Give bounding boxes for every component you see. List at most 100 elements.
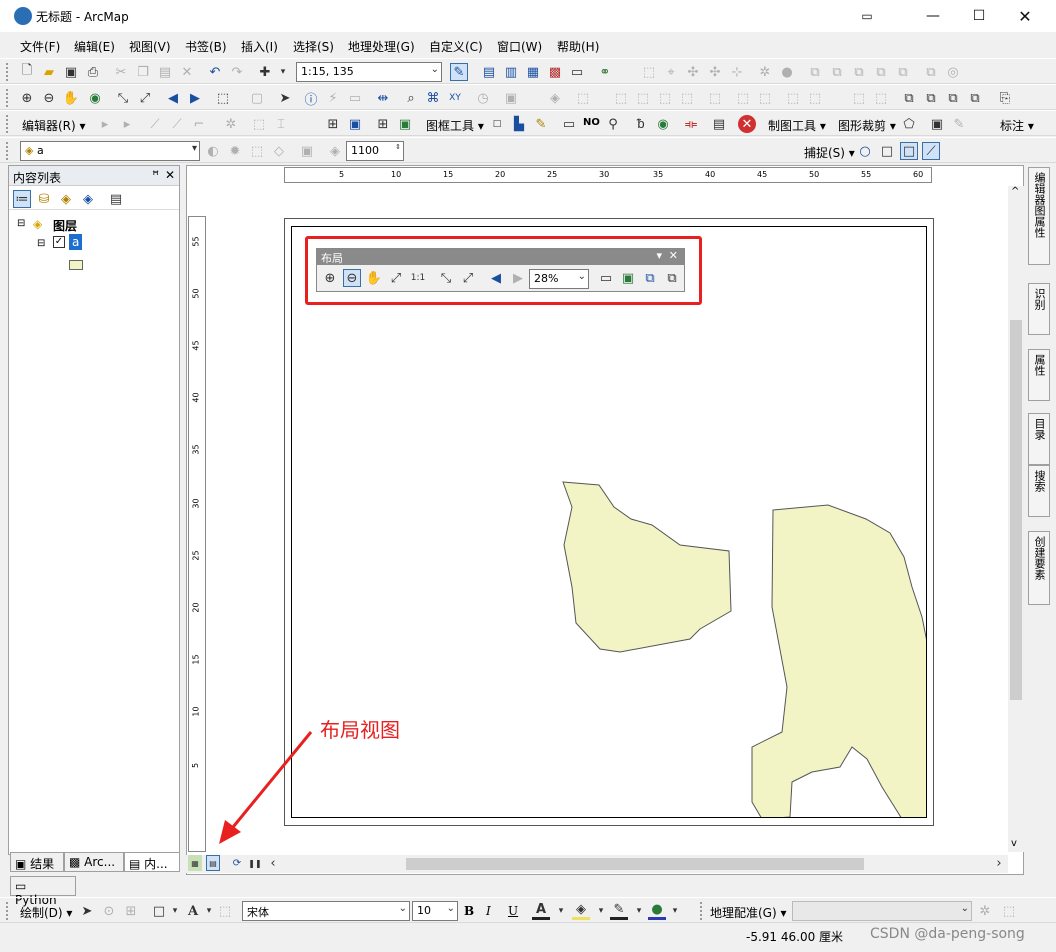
hyperlink-icon[interactable]: ⚡ bbox=[324, 89, 342, 107]
topology-icon-2[interactable]: ⌖ bbox=[662, 63, 680, 81]
forward-icon[interactable]: ▶ bbox=[186, 89, 204, 107]
arctoolbox-icon[interactable]: ▩ bbox=[546, 63, 564, 81]
layer-select[interactable]: ◈ a ▾ bbox=[20, 141, 200, 161]
undo-icon[interactable]: ↶ bbox=[206, 63, 224, 81]
line-color-dropdown-icon[interactable]: ▾ bbox=[630, 902, 648, 920]
transparency-icon[interactable]: ◈ bbox=[326, 142, 344, 160]
scroll-up-icon[interactable]: ^ bbox=[1011, 186, 1019, 197]
georef-icon-8[interactable]: ⬚ bbox=[734, 89, 752, 107]
python-window-icon[interactable]: ▭ bbox=[568, 63, 586, 81]
split-icon[interactable]: ⟚ bbox=[682, 115, 700, 133]
rectangle-dropdown-icon[interactable]: ▾ bbox=[166, 902, 184, 920]
globe-icon[interactable]: ◉ bbox=[654, 115, 672, 133]
measure-icon[interactable]: ⇹ bbox=[374, 89, 392, 107]
georef-icon-4[interactable]: ⬚ bbox=[634, 89, 652, 107]
snap-point-icon[interactable]: ○ bbox=[856, 142, 874, 160]
georef-icon-13[interactable]: ⬚ bbox=[872, 89, 890, 107]
create-features-tab[interactable]: 创建要素 bbox=[1028, 531, 1050, 605]
font-size-select[interactable]: 10 ⌄ bbox=[412, 901, 458, 921]
copy-icon[interactable]: ❐ bbox=[134, 63, 152, 81]
topology-icon-9[interactable]: ⧉ bbox=[828, 63, 846, 81]
topology-icon-10[interactable]: ⧉ bbox=[850, 63, 868, 81]
toc-close-icon[interactable]: ✕ bbox=[165, 168, 175, 182]
horizontal-scrollbar[interactable]: ▦ ▤ ⟳ ❚❚ ‹ › bbox=[186, 855, 1008, 873]
viewer-icon[interactable]: ▣ bbox=[502, 89, 520, 107]
menu-help[interactable]: 帮助(H) bbox=[557, 38, 599, 55]
toolbar-grip[interactable] bbox=[6, 142, 9, 160]
reshape-icon[interactable]: ⌶ bbox=[272, 115, 290, 133]
save-layout-icon[interactable]: ▣ bbox=[928, 115, 946, 133]
rect-icon[interactable]: ▭ bbox=[560, 115, 578, 133]
identify-tab[interactable]: 识别 bbox=[1028, 283, 1050, 335]
georef-icon-1[interactable]: ◈ bbox=[546, 89, 564, 107]
topology-icon-14[interactable]: ◎ bbox=[944, 63, 962, 81]
font-color-icon[interactable]: A bbox=[532, 902, 550, 920]
no-button[interactable]: NO bbox=[583, 117, 600, 128]
label-menu[interactable]: 标注 ▾ bbox=[1000, 117, 1034, 134]
georef-icon-15[interactable]: ⧉ bbox=[922, 89, 940, 107]
frame-tools-menu[interactable]: 图框工具 ▾ bbox=[426, 117, 484, 134]
toc-tab[interactable]: ▤ 内... bbox=[124, 852, 180, 872]
model-builder-icon[interactable]: ⚭ bbox=[596, 63, 614, 81]
select-features-icon[interactable]: ⬚ bbox=[214, 89, 232, 107]
search-window-icon[interactable]: ▦ bbox=[524, 63, 542, 81]
georef-menu[interactable]: 地理配准(G) ▾ bbox=[710, 904, 787, 921]
menu-select[interactable]: 选择(S) bbox=[293, 38, 334, 55]
toolbar-grip[interactable] bbox=[700, 902, 703, 920]
results-tab[interactable]: ▣ 结果 bbox=[10, 852, 64, 872]
toc-window-icon[interactable]: ▤ bbox=[480, 63, 498, 81]
trace-icon[interactable]: ⌐ bbox=[190, 115, 208, 133]
editor-toolbar-icon[interactable]: ✎ bbox=[450, 63, 468, 81]
effects-icon[interactable]: ▣ bbox=[298, 142, 316, 160]
search-tab[interactable]: 搜索 bbox=[1028, 465, 1050, 517]
pause-icon[interactable]: ❚❚ bbox=[248, 855, 262, 871]
catalog-tab[interactable]: 目录 bbox=[1028, 413, 1050, 465]
goto-xy-icon[interactable]: XY bbox=[446, 89, 464, 107]
b-tool-icon[interactable]: ᵬ bbox=[632, 115, 650, 133]
scroll-thumb-h[interactable] bbox=[406, 858, 864, 870]
line-color-icon[interactable]: ✎ bbox=[610, 902, 628, 920]
snap-vertex-icon[interactable]: □ bbox=[900, 142, 918, 160]
layer-visibility-checkbox[interactable]: ✓ bbox=[53, 236, 65, 248]
graphic-clip-menu[interactable]: 图形裁剪 ▾ bbox=[838, 117, 896, 134]
fill-color-icon[interactable]: ◈ bbox=[572, 902, 590, 920]
contrast-icon[interactable]: ◐ bbox=[204, 142, 222, 160]
add-data-icon[interactable]: ✚ bbox=[256, 63, 274, 81]
rotate-icon[interactable]: ⊙ bbox=[100, 902, 118, 920]
scroll-left-icon[interactable]: ‹ bbox=[266, 855, 280, 871]
new-icon[interactable]: 🗋 bbox=[18, 63, 36, 81]
collapse-root-icon[interactable]: ⊟ bbox=[17, 218, 25, 229]
identify-icon[interactable]: ⓘ bbox=[302, 89, 320, 108]
topology-icon-5[interactable]: ⊹ bbox=[728, 63, 746, 81]
brightness-icon[interactable]: ✹ bbox=[226, 142, 244, 160]
topology-icon-7[interactable]: ● bbox=[778, 63, 796, 81]
tray-icon[interactable]: ▭ bbox=[844, 0, 890, 32]
marker-color-dropdown-icon[interactable]: ▾ bbox=[666, 902, 684, 920]
georef-icon-3[interactable]: ⬚ bbox=[612, 89, 630, 107]
toolbar-grip[interactable] bbox=[6, 115, 9, 133]
select-elements-draw-icon[interactable]: ➤ bbox=[78, 902, 96, 920]
layer-a-label[interactable]: a bbox=[69, 234, 83, 250]
straight-segment-icon[interactable]: ⟋ bbox=[146, 115, 164, 133]
print-icon[interactable]: ⎙ bbox=[84, 63, 102, 81]
georef-icon-12[interactable]: ⬚ bbox=[850, 89, 868, 107]
toolbar-grip[interactable] bbox=[6, 902, 9, 920]
list-by-drawing-order-icon[interactable]: ≔ bbox=[13, 190, 31, 208]
zoom-out-icon[interactable]: ⊖ bbox=[40, 89, 58, 107]
scroll-right-icon[interactable]: › bbox=[992, 855, 1006, 871]
data-frame-icon[interactable]: ▣ bbox=[346, 115, 364, 133]
georef-icon-14[interactable]: ⧉ bbox=[900, 89, 918, 107]
point-icon[interactable]: ✲ bbox=[222, 115, 240, 133]
menu-edit[interactable]: 编辑(E) bbox=[74, 38, 115, 55]
edit-annotation-icon[interactable]: ▸ bbox=[118, 115, 136, 133]
collapse-layer-icon[interactable]: ⊟ bbox=[37, 238, 45, 249]
fixed-zoom-out-icon[interactable]: ⤢ bbox=[136, 89, 154, 107]
cut-icon[interactable]: ✂ bbox=[112, 63, 130, 81]
menu-window[interactable]: 窗口(W) bbox=[497, 38, 542, 55]
brush-icon[interactable]: ✎ bbox=[532, 115, 550, 133]
arctoolbox-tab[interactable]: ▩ Arc... bbox=[64, 852, 124, 872]
number-input[interactable]: 1100 ⇕ bbox=[346, 141, 404, 161]
list-by-selection-icon[interactable]: ◈ bbox=[79, 190, 97, 208]
delete-icon[interactable]: ✕ bbox=[178, 63, 196, 81]
grid-icon[interactable]: ⊞ bbox=[324, 115, 342, 133]
